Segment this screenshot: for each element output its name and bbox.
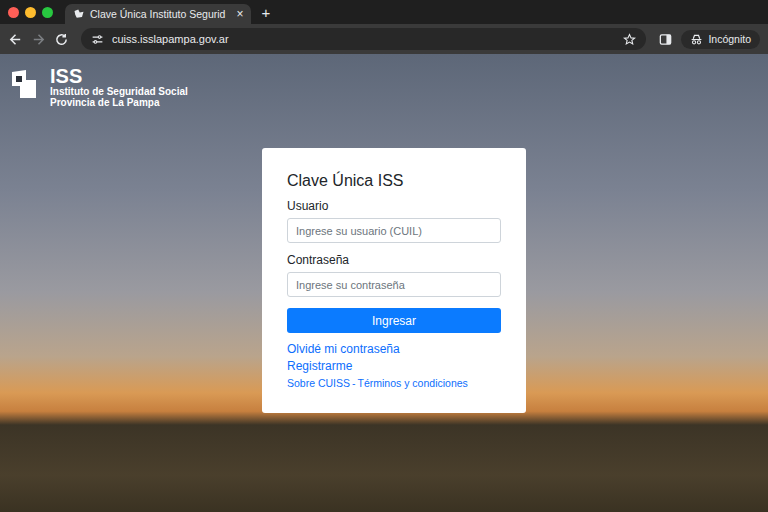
separator: -	[352, 375, 356, 391]
incognito-badge[interactable]: Incógnito	[681, 30, 760, 49]
province-map-icon	[10, 66, 46, 102]
text-input[interactable]	[287, 272, 501, 297]
about-link[interactable]: Sobre CUISS	[287, 375, 350, 391]
text-input[interactable]	[287, 218, 501, 243]
field-label: Contraseña	[287, 253, 501, 267]
forward-arrow-icon[interactable]	[31, 32, 46, 47]
browser-tab[interactable]: Clave Única Instituto Segurid ×	[65, 4, 251, 24]
new-tab-button[interactable]: +	[261, 4, 270, 21]
iss-logo: ISSInstituto de Seguridad SocialProvinci…	[10, 66, 188, 108]
form-field: Contraseña	[287, 253, 501, 297]
address-bar[interactable]: cuiss.isslapampa.gov.ar	[81, 28, 646, 50]
incognito-label: Incógnito	[708, 33, 751, 45]
page-content: ISSInstituto de Seguridad SocialProvinci…	[0, 54, 768, 512]
maximize-window-button[interactable]	[42, 7, 53, 18]
logo-line: Provincia de La Pampa	[50, 98, 188, 109]
login-title: Clave Única ISS	[287, 172, 501, 190]
login-card: Clave Única ISS Usuario Contraseña Ingresar…	[262, 148, 526, 413]
reload-icon[interactable]	[54, 32, 69, 47]
tab-title: Clave Única Instituto Segurid	[90, 8, 225, 20]
close-window-button[interactable]	[8, 7, 19, 18]
link[interactable]: Registrarme	[287, 358, 501, 375]
terms-link[interactable]: Términos y condiciones	[358, 375, 468, 391]
logo-line: Instituto de Seguridad Social	[50, 87, 188, 98]
side-panel-icon[interactable]	[658, 32, 673, 47]
tab-close-button[interactable]: ×	[236, 7, 243, 21]
back-arrow-icon[interactable]	[8, 32, 23, 47]
footer-links: Sobre CUISS-Términos y condiciones	[287, 375, 501, 391]
minimize-window-button[interactable]	[25, 7, 36, 18]
submit-button[interactable]: Ingresar	[287, 308, 501, 333]
link[interactable]: Olvidé mi contraseña	[287, 341, 501, 358]
logo-acronym: ISS	[50, 66, 188, 87]
toolbar: cuiss.isslapampa.gov.ar Incógnito	[0, 24, 768, 54]
url-text: cuiss.isslapampa.gov.ar	[112, 33, 615, 45]
tab-strip: Clave Única Instituto Segurid × +	[0, 0, 768, 24]
browser-window: Clave Única Instituto Segurid × + cuiss.iss…	[0, 0, 768, 512]
site-favicon-icon	[73, 8, 85, 20]
window-controls	[8, 7, 53, 18]
bookmark-star-icon[interactable]	[623, 33, 636, 46]
incognito-icon	[690, 33, 703, 46]
site-settings-icon[interactable]	[91, 33, 104, 46]
field-label: Usuario	[287, 199, 501, 213]
form-field: Usuario	[287, 199, 501, 243]
